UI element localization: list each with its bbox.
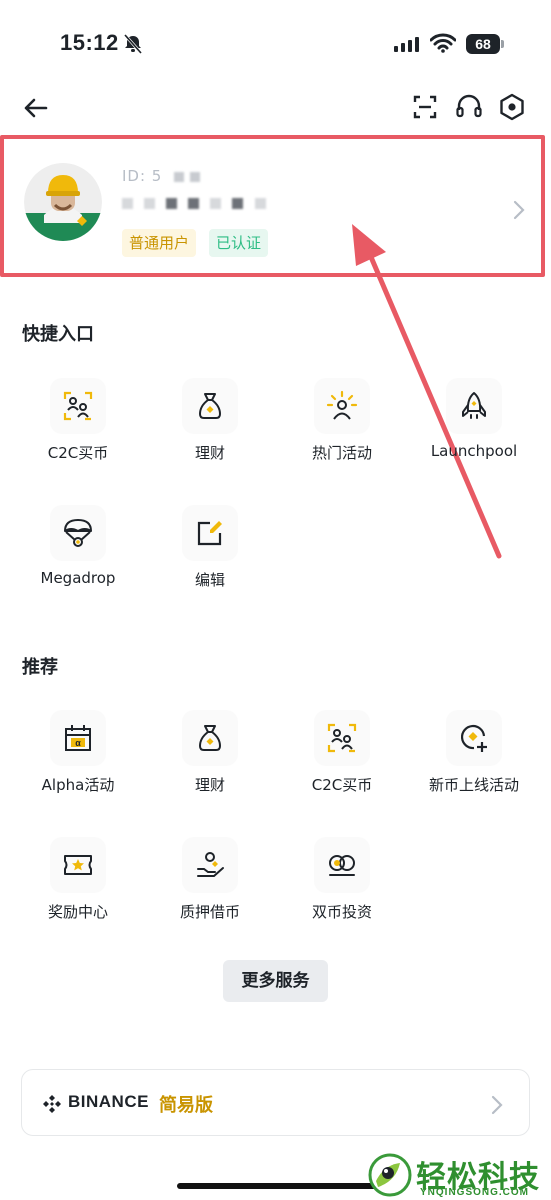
status-bar: 15:12 68	[0, 0, 551, 80]
rec-item-label: Alpha活动	[41, 776, 115, 794]
back-arrow-icon[interactable]	[22, 94, 52, 122]
quick-access-title: 快捷入口	[22, 324, 94, 345]
c2c-people-icon	[63, 391, 93, 421]
settings-hexagon-icon[interactable]	[498, 93, 526, 121]
quick-item-label: Megadrop	[40, 569, 116, 587]
quick-item-c2c[interactable]: C2C买币	[12, 378, 144, 463]
rec-item-label: 质押借币	[179, 903, 240, 921]
alpha-calendar-icon: α	[65, 725, 91, 751]
recommended-title: 推荐	[22, 657, 58, 678]
home-indicator	[177, 1183, 377, 1189]
chevron-right-icon	[491, 1095, 503, 1115]
dual-coin-icon	[329, 855, 355, 876]
rec-item-new-coin[interactable]: 新币上线活动	[408, 710, 540, 795]
quick-item-label: 理财	[194, 444, 225, 462]
rec-item-pledge-loan[interactable]: 质押借币	[144, 837, 276, 922]
quick-item-label: C2C买币	[47, 444, 109, 462]
rec-item-label: 奖励中心	[47, 903, 108, 921]
new-coin-icon	[460, 724, 487, 752]
more-services-button[interactable]: 更多服务	[223, 960, 328, 1002]
bell-off-icon	[123, 34, 143, 54]
binance-logo-icon	[43, 1095, 61, 1113]
parachute-icon	[64, 519, 92, 547]
avatar[interactable]	[24, 163, 102, 241]
chevron-right-icon	[513, 200, 525, 220]
rec-item-earn[interactable]: 理财	[144, 710, 276, 795]
lite-mode-label: 简易版	[159, 1095, 213, 1116]
wifi-icon	[430, 33, 456, 53]
quick-item-megadrop[interactable]: Megadrop	[12, 505, 144, 587]
blurred-id	[174, 171, 185, 182]
rocket-icon	[462, 392, 486, 419]
status-time: 15:12	[60, 30, 119, 55]
binance-wordmark: BINANCE	[68, 1092, 149, 1111]
verified-badge: 已认证	[209, 229, 269, 257]
watermark-subtext: YNQINGSONG.COM	[420, 1187, 530, 1198]
rec-item-label: 新币上线活动	[428, 776, 519, 794]
rec-item-label: 理财	[194, 776, 225, 794]
quick-item-label: 热门活动	[311, 444, 372, 462]
hot-activity-icon	[326, 390, 358, 420]
quick-item-hot-activity[interactable]: 热门活动	[276, 378, 408, 463]
edit-icon	[197, 521, 222, 546]
pledge-loan-icon	[197, 852, 224, 877]
signal-icon	[394, 37, 419, 52]
battery-cap	[501, 40, 504, 48]
rec-item-label: 双币投资	[311, 903, 372, 921]
rec-item-c2c[interactable]: C2C买币	[276, 710, 408, 795]
headset-icon[interactable]	[455, 94, 483, 120]
avatar-image	[24, 163, 102, 241]
rec-item-dual-coin[interactable]: 双币投资	[276, 837, 408, 922]
rec-item-label: C2C买币	[311, 776, 373, 794]
rec-item-rewards[interactable]: 奖励中心	[12, 837, 144, 922]
lite-mode-card[interactable]: BINANCE 简易版	[21, 1069, 530, 1136]
profile-card[interactable]: ID: 5 普通用户 已认证	[0, 135, 545, 277]
quick-item-label: Launchpool	[430, 442, 518, 460]
battery-indicator: 68	[466, 34, 500, 54]
money-bag-icon	[199, 393, 221, 419]
watermark-logo-icon	[368, 1153, 412, 1197]
quick-item-label: 编辑	[194, 571, 225, 589]
c2c-people-icon	[327, 723, 357, 753]
user-id: ID: 5	[122, 167, 201, 185]
reward-ticket-icon	[64, 855, 92, 875]
svg-text:α: α	[75, 738, 81, 748]
quick-item-edit[interactable]: 编辑	[144, 505, 276, 590]
quick-item-launchpool[interactable]: Launchpool	[408, 378, 540, 460]
user-id-label: ID: 5	[122, 167, 169, 185]
rec-item-alpha[interactable]: α Alpha活动	[12, 710, 144, 795]
blurred-nickname	[122, 193, 272, 212]
blurred-id	[190, 171, 201, 182]
user-level-badge: 普通用户	[122, 229, 197, 257]
watermark: 轻松科技 YNQINGSONG.COM	[366, 1150, 551, 1200]
scan-icon[interactable]	[412, 94, 438, 120]
quick-item-earn[interactable]: 理财	[144, 378, 276, 463]
money-bag-icon	[199, 725, 221, 751]
